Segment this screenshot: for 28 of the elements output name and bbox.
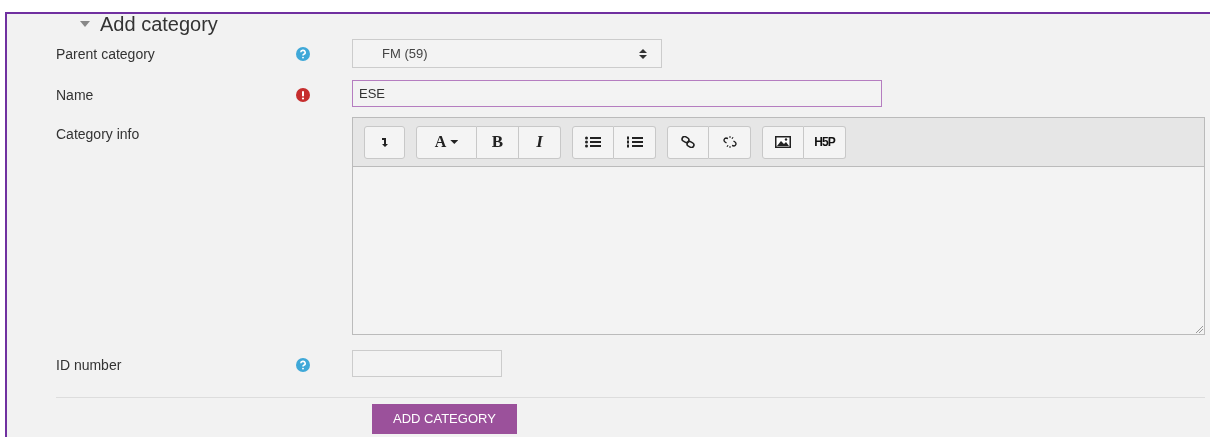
- toolbar-button[interactable]: H5P: [804, 125, 846, 159]
- field-label: Parent category: [56, 46, 156, 62]
- toolbar-button[interactable]: A: [416, 125, 477, 159]
- help-icon[interactable]: [296, 47, 310, 61]
- toolbar-button[interactable]: I: [519, 125, 561, 159]
- name-field[interactable]: ESE: [352, 80, 882, 107]
- arrow-down-icon: [380, 137, 389, 147]
- field-label: Name: [56, 87, 95, 103]
- toolbar-button[interactable]: [614, 125, 656, 159]
- toolbar-button[interactable]: [667, 125, 709, 159]
- toolbar-button[interactable]: [572, 125, 614, 159]
- caret-icon[interactable]: [80, 21, 90, 27]
- help-icon[interactable]: [296, 358, 310, 372]
- sort-arrows-icon: [639, 48, 647, 59]
- image-icon: [775, 136, 791, 148]
- broken-link-icon: [722, 136, 737, 148]
- bullet-list-icon: [585, 136, 601, 148]
- id-number-field[interactable]: [352, 350, 502, 377]
- toolbar-button[interactable]: [762, 125, 804, 159]
- field-label: ID number: [56, 357, 123, 373]
- field-label: Category info: [56, 126, 141, 142]
- section-title: Add category: [100, 14, 218, 34]
- add-category-button[interactable]: ADD CATEGORY: [372, 404, 517, 434]
- link-icon: [681, 136, 695, 148]
- resize-handle-icon[interactable]: [1195, 325, 1203, 333]
- numbered-list-icon: [626, 136, 643, 148]
- parent-category-select[interactable]: FM (59): [352, 39, 662, 68]
- toolbar-button[interactable]: B: [477, 125, 519, 159]
